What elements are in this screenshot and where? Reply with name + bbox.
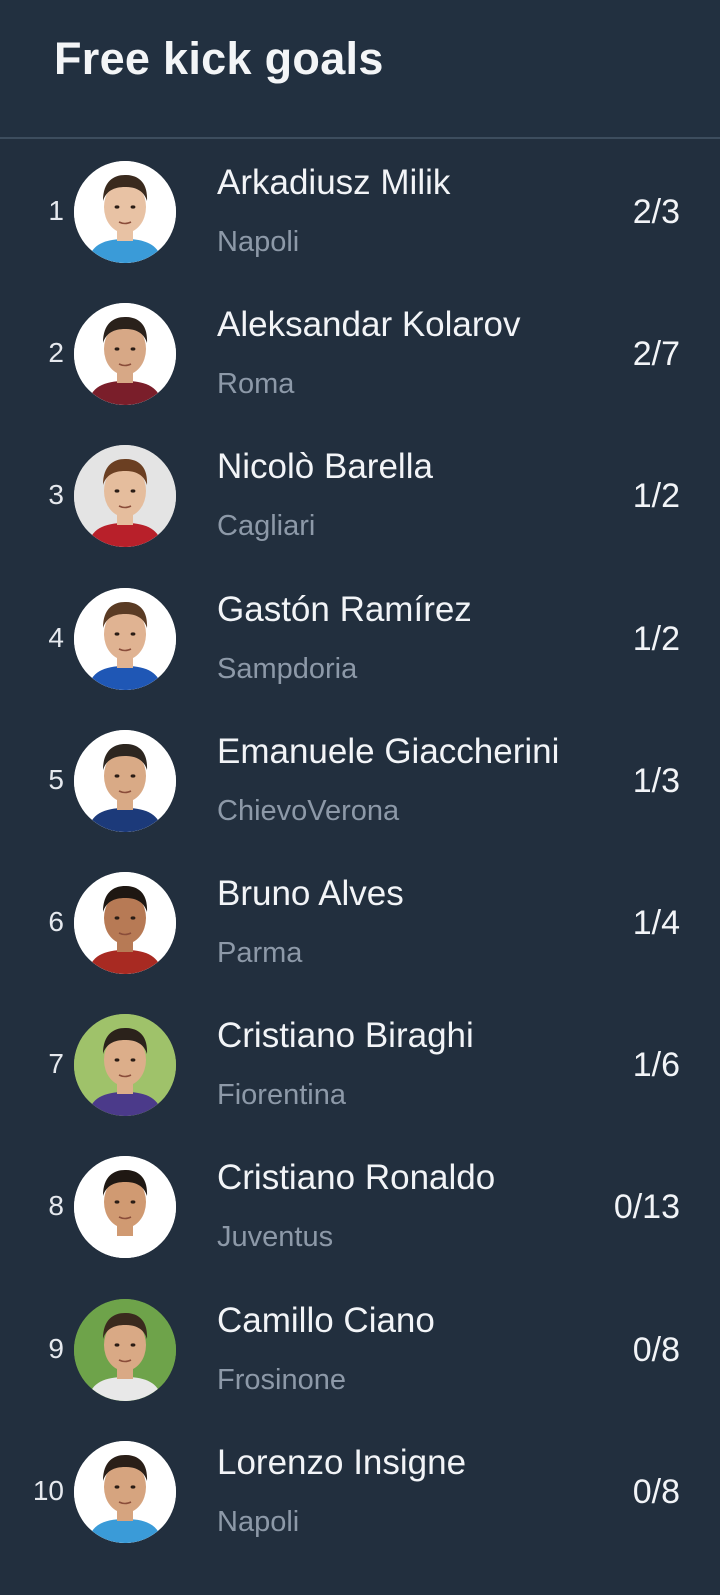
player-row[interactable]: 3 Nicolò Barella Cagliari 1/2 <box>0 424 720 568</box>
player-rank: 4 <box>48 621 64 653</box>
free-kick-stat: 0/8 <box>632 1330 680 1369</box>
free-kick-stat: 1/2 <box>632 619 680 658</box>
player-rank: 9 <box>48 1332 64 1364</box>
player-avatar <box>74 729 176 832</box>
player-photo-icon <box>74 587 176 690</box>
player-photo-icon <box>74 445 176 548</box>
player-photo-icon <box>74 1014 176 1117</box>
free-kick-stat: 1/6 <box>632 1046 680 1085</box>
player-name: Cristiano Biraghi <box>217 1016 474 1056</box>
player-avatar <box>74 1298 176 1401</box>
player-photo-icon <box>74 1298 176 1401</box>
free-kick-stat: 0/8 <box>632 1472 680 1511</box>
player-team: Sampdoria <box>217 652 358 685</box>
player-row[interactable]: 8 Cristiano Ronaldo Juventus 0/13 <box>0 1135 720 1279</box>
player-photo-icon <box>74 872 176 974</box>
player-row[interactable]: 4 Gastón Ramírez Sampdoria 1/2 <box>0 567 720 711</box>
player-name: Aleksandar Kolarov <box>217 305 521 345</box>
player-row[interactable]: 10 Lorenzo Insigne Napoli 0/8 <box>0 1420 720 1564</box>
page: Free kick goals 1 Arkadiusz Milik Napoli 2/… <box>0 0 720 1595</box>
header: Free kick goals <box>0 0 720 138</box>
player-team: Napoli <box>217 1505 300 1538</box>
free-kick-stat: 2/3 <box>632 193 680 231</box>
player-rank: 2 <box>48 337 64 369</box>
player-name: Camillo Ciano <box>217 1300 435 1340</box>
player-team: Roma <box>217 368 295 401</box>
player-rank: 7 <box>48 1048 64 1080</box>
player-row[interactable]: 9 Camillo Ciano Frosinone 0/8 <box>0 1278 720 1422</box>
player-rank: 10 <box>32 1474 64 1506</box>
player-photo-icon <box>74 161 176 263</box>
player-name: Emanuele Giaccherini <box>217 731 560 771</box>
player-team: Parma <box>217 937 303 969</box>
player-photo-icon <box>74 1440 176 1543</box>
player-rank: 3 <box>48 479 64 511</box>
player-name: Gastón Ramírez <box>217 589 472 629</box>
player-avatar <box>74 303 176 406</box>
player-team: Frosinone <box>217 1363 346 1396</box>
player-name: Bruno Alves <box>217 874 404 913</box>
player-photo-icon <box>74 1156 176 1259</box>
page-title: Free kick goals <box>54 33 384 84</box>
player-avatar <box>74 1014 176 1117</box>
player-avatar <box>74 872 176 974</box>
player-row[interactable]: 6 Bruno Alves Parma 1/4 <box>0 851 720 995</box>
player-team: Fiorentina <box>217 1079 346 1112</box>
player-row[interactable]: 7 Cristiano Biraghi Fiorentina 1/6 <box>0 993 720 1137</box>
player-avatar <box>74 1440 176 1543</box>
player-avatar <box>74 161 176 263</box>
free-kick-stat: 1/3 <box>632 761 680 800</box>
player-avatar <box>74 445 176 548</box>
header-divider <box>0 137 720 139</box>
player-team: Cagliari <box>217 510 316 543</box>
free-kick-stat: 1/4 <box>632 904 680 942</box>
player-rank: 1 <box>48 195 64 226</box>
player-rank: 6 <box>48 906 64 937</box>
player-rank: 8 <box>48 1190 64 1222</box>
player-photo-icon <box>74 729 176 832</box>
player-row[interactable]: 5 Emanuele Giaccherini ChievoVerona 1/3 <box>0 709 720 853</box>
player-team: ChievoVerona <box>217 794 400 827</box>
player-avatar <box>74 1156 176 1259</box>
player-name: Arkadiusz Milik <box>217 163 451 202</box>
player-row[interactable]: 2 Aleksandar Kolarov Roma 2/7 <box>0 282 720 426</box>
player-team: Napoli <box>217 226 300 258</box>
player-team: Juventus <box>217 1221 334 1254</box>
free-kick-stat: 0/13 <box>613 1188 680 1227</box>
player-photo-icon <box>74 303 176 406</box>
player-name: Nicolò Barella <box>217 447 433 487</box>
player-row[interactable]: 1 Arkadiusz Milik Napoli 2/3 <box>0 140 720 284</box>
player-name: Cristiano Ronaldo <box>217 1158 496 1198</box>
player-rank: 5 <box>48 763 64 795</box>
player-name: Lorenzo Insigne <box>217 1442 467 1482</box>
player-avatar <box>74 587 176 690</box>
free-kick-stat: 2/7 <box>632 335 680 374</box>
free-kick-stat: 1/2 <box>632 477 680 516</box>
